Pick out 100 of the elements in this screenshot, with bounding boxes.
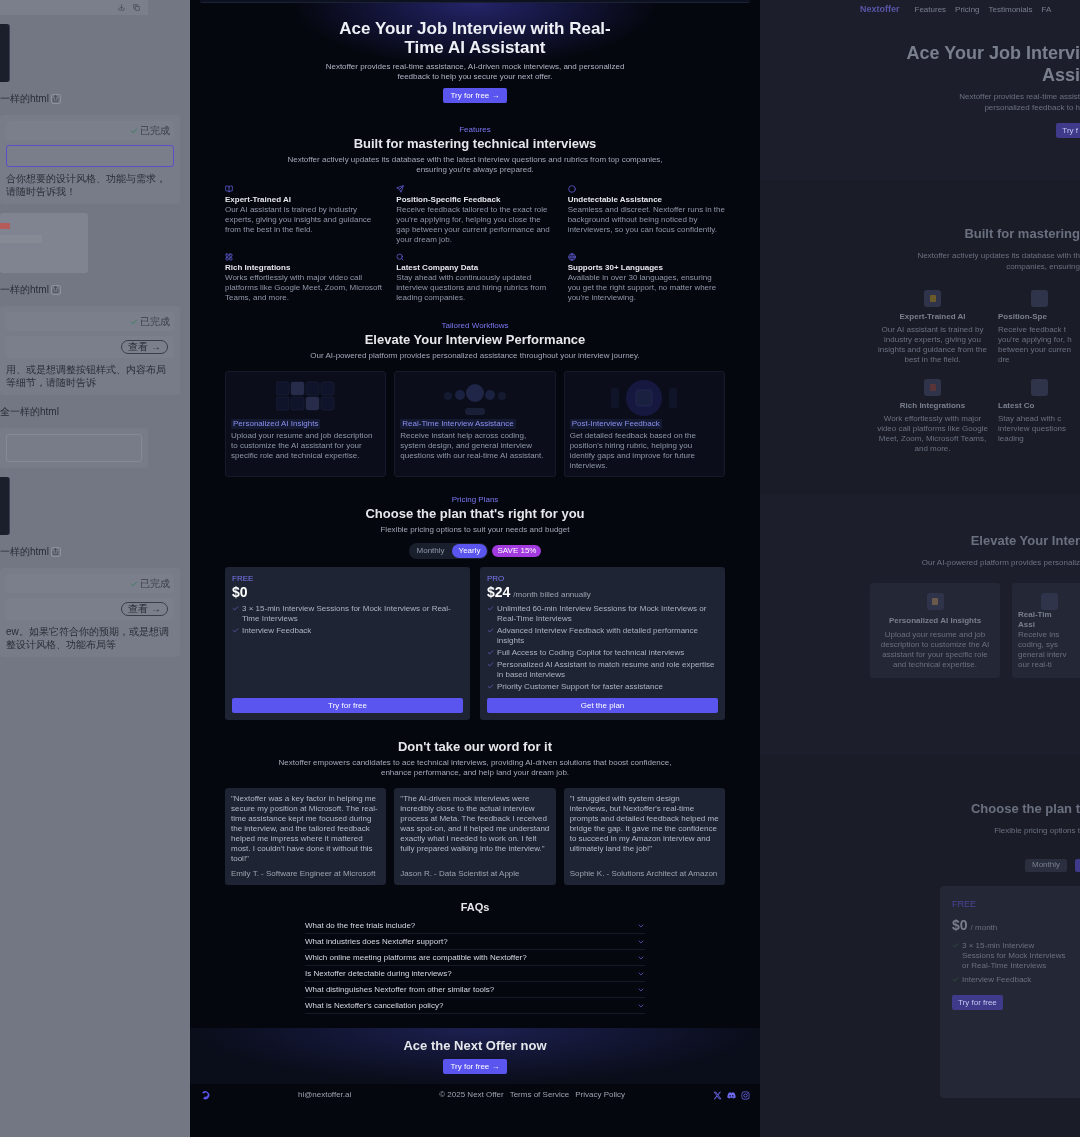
testimonial-quote: "I struggled with system design interviews, but Nextoffer's real-time prompts and detailed feedback helped me bridge the gap. It gave me the confidence to succeed in my Amazon interview and ultimately land the job!" xyxy=(569,794,719,854)
glow-node-drawing xyxy=(609,378,680,418)
feature-title: Rich Integrations xyxy=(225,263,292,273)
section-description: Nextoffer empowers candidates to ace technical interviews, providing AI-driven solutions that boost confidence, enhance performance, and help land your dream job. xyxy=(277,758,673,778)
billing-option[interactable]: Yearly xyxy=(451,544,488,558)
check-icon xyxy=(232,605,239,612)
download-icon[interactable] xyxy=(118,4,125,11)
plan-button[interactable]: Get the plan xyxy=(487,698,718,713)
plan-name: FREE xyxy=(232,574,255,584)
section-description: Flexible pricing options t xyxy=(994,824,1080,837)
email-link[interactable]: hi@nextoffer.ai xyxy=(297,1089,352,1101)
message-text: 合你想要的设计风格、功能与需求，请随时告诉我！ xyxy=(6,172,167,198)
plan-feature: Full Access to Coding Copilot for technical interviews xyxy=(497,648,685,658)
feature-title: Expert-Trained AI xyxy=(225,195,292,205)
copyright: © 2025 Next Offer xyxy=(439,1089,504,1101)
testimonial-author: Jason R. - Data Scientist at Apple xyxy=(400,869,521,879)
plan-price: $24 xyxy=(487,584,511,601)
instagram-icon[interactable] xyxy=(741,1090,750,1100)
feature-description: Our AI assistant is trained by industry experts, giving you insights and guidance from the best in the field. xyxy=(225,205,373,235)
plan-feature: Unlimited 60-min Interview Sessions for Mock Interviews or Real-Time Interviews xyxy=(497,604,708,624)
plan-button[interactable]: Try for free xyxy=(952,995,1003,1010)
feature-description: interview questions xyxy=(998,423,1068,434)
check-icon xyxy=(130,317,138,326)
check-icon xyxy=(487,605,494,612)
share-button[interactable] xyxy=(50,546,61,557)
share-button[interactable] xyxy=(50,93,61,104)
section-title: FAQs xyxy=(460,901,490,914)
grid-icon xyxy=(225,253,233,261)
testimonial-author: Emily T. - Software Engineer at Microsoft xyxy=(231,869,377,879)
feature-description: Available in over 30 languages, ensuring you get the right support, no matter where you're interviewing. xyxy=(567,273,718,303)
faq-item[interactable]: What do the free trials include? xyxy=(305,918,645,934)
search-icon xyxy=(396,253,405,261)
message-text: 用、或是想调整按钮样式、内容布局等细节，请随时告诉 xyxy=(6,363,167,389)
copy-icon[interactable] xyxy=(133,4,140,11)
logo-icon xyxy=(200,1090,210,1100)
plan-price: $0 xyxy=(232,584,248,601)
footer-link[interactable]: Terms of Service xyxy=(509,1089,570,1101)
workflow-description: Get detailed feedback based on the position's hiring rubric, helping you identify gaps and improve for future interviews. xyxy=(569,431,697,471)
plan-feature: Personalized AI Assistant to match resume and role expertise in based interviews xyxy=(497,660,716,680)
icon-tile xyxy=(1030,378,1048,396)
share-button[interactable] xyxy=(50,284,61,295)
try-free-button[interactable]: Try for free → xyxy=(443,88,507,103)
feature-description: Stay ahead with c xyxy=(998,413,1063,424)
nav-link[interactable]: Testimonials xyxy=(988,4,1033,16)
section-label: Tailored Workflows xyxy=(441,321,509,331)
section-title: Choose the plan t xyxy=(970,800,1080,818)
feature-description: Seamless and discreet. Nextoffer runs in the background without being noticed by interviewers, so you can focus confidently. xyxy=(567,205,725,235)
feature-title: Position-Specific Feedback xyxy=(396,195,502,205)
input-field[interactable] xyxy=(6,145,174,167)
feature-description: Work effortlessly with major video call platforms like Google Meet, Zoom, Microsoft Teams, and more. xyxy=(876,413,989,454)
feature-title: Rich Integrations xyxy=(899,399,966,412)
faq-item[interactable]: Which online meeting platforms are compatible with Nextoffer? xyxy=(305,950,645,966)
feature-title: Latest Company Data xyxy=(396,263,480,273)
faq-item[interactable]: What industries does Nextoffer support? xyxy=(305,934,645,950)
check-icon xyxy=(952,942,959,949)
plan-feature: Advanced Interview Feedback with detailed performance insights xyxy=(497,626,699,646)
discord-icon[interactable] xyxy=(727,1090,736,1100)
faq-item[interactable]: What is Nextoffer's cancellation policy? xyxy=(305,998,645,1014)
plan-period: / month xyxy=(970,922,998,934)
plan-feature: 3 × 15-min Interview Sessions for Mock Interviews or Real-Time Interviews xyxy=(962,941,1067,971)
feature-description: Receive feedback tailored to the exact role you're applying for, helping you close the gap between your current performance and your dream job. xyxy=(396,205,551,245)
faq-item[interactable]: What distinguishes Nextoffer from other similar tools? xyxy=(305,982,645,998)
try-free-button[interactable]: Try for free → xyxy=(443,1059,507,1074)
workflow-title: Real-Tim xyxy=(1018,609,1053,620)
nav-link[interactable]: FA xyxy=(1041,4,1052,16)
billing-option[interactable]: Monthly xyxy=(409,544,452,558)
plan-feature: Interview Feedback xyxy=(962,975,1032,985)
try-free-button[interactable]: Try f xyxy=(1056,123,1080,138)
plan-feature: 3 × 15-min Interview Sessions for Mock Interviews or Real-Time Interviews xyxy=(242,604,452,624)
icon-tile xyxy=(924,378,941,396)
x-icon[interactable] xyxy=(713,1090,722,1100)
section-description: Our AI-powered platform provides personalized assistance throughout your interview journey. xyxy=(309,351,641,361)
section-title: Don't take our word for it xyxy=(397,739,552,755)
icon-tile xyxy=(1030,289,1048,307)
hero-subtitle: Nextoffer provides real-time assistance, AI-driven mock interviews, and personalized feedback to help you secure your next offer. xyxy=(324,62,626,82)
testimonial-quote: "The AI-driven mock interviews were incredibly close to the actual interview process at Meta. The feedback I received was spot-on, and it helped me understand exactly what I needed to work on. I felt fully prepared walking into the interview." xyxy=(400,794,550,854)
hero-title: Ace Your Job Intervi xyxy=(906,42,1080,64)
faq-item[interactable]: Is Nextoffer detectable during interviews? xyxy=(305,966,645,982)
send-icon xyxy=(396,185,405,193)
check-icon xyxy=(487,627,494,634)
plan-button[interactable]: Try for free xyxy=(232,698,463,713)
feature-description: leading xyxy=(998,433,1025,444)
workflow-tag: Personalized AI Insights xyxy=(231,419,321,429)
nav-link[interactable]: Pricing xyxy=(955,4,980,16)
screenshot-thumbnail xyxy=(0,477,10,535)
footer-link[interactable]: Privacy Policy xyxy=(575,1089,626,1101)
section-title: Elevate Your Inter xyxy=(970,532,1080,550)
feature-title: Latest Co xyxy=(998,399,1036,412)
message-text: ew。如果它符合你的预期，或是想调整设计风格、功能布局等 xyxy=(6,625,170,651)
feature-description: dre xyxy=(998,354,1011,365)
feature-description: Receive feedback t xyxy=(998,324,1068,335)
section-description: Nextoffer actively updates its database with th xyxy=(917,249,1080,261)
feature-description: Works effortlessly with major video call platforms like Google Meet, Zoom, Microsoft Teams, and more. xyxy=(225,273,383,303)
nav-link[interactable]: Features xyxy=(914,4,947,16)
section-title: Choose the plan that's right for you xyxy=(365,506,585,522)
billing-option[interactable] xyxy=(1075,858,1080,872)
workflow-description: Receive instant help across coding, system design, and general interview questions with our real-time AI assistant. xyxy=(400,431,545,461)
billing-option[interactable]: Monthly xyxy=(1025,858,1067,872)
feature-title: Supports 30+ Languages xyxy=(567,263,664,273)
plan-feature: Interview Feedback xyxy=(242,626,312,636)
